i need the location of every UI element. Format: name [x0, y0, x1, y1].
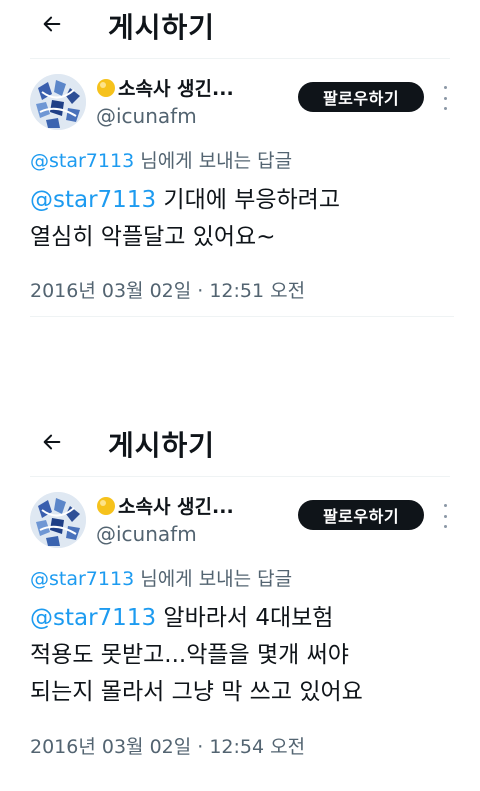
- tweet-line-1-text: 알바라서 4대보험: [156, 605, 334, 631]
- author-handle[interactable]: @icunafm: [96, 522, 197, 546]
- reply-suffix: 님에게 보내는 답글: [134, 150, 293, 172]
- reply-mention-link[interactable]: @star7113: [30, 568, 134, 590]
- follow-button[interactable]: 팔로우하기: [298, 500, 424, 530]
- top-bar: 게시하기: [0, 0, 480, 56]
- author-name[interactable]: 소속사 생긴...: [96, 492, 234, 519]
- arrow-left-icon: [43, 434, 61, 450]
- page-title: 게시하기: [108, 11, 216, 44]
- divider: [30, 316, 454, 317]
- more-options-icon[interactable]: [438, 504, 452, 528]
- tweet-line-1: @star7113 알바라서 4대보험: [30, 600, 470, 637]
- back-button[interactable]: [36, 426, 68, 458]
- back-button[interactable]: [36, 8, 68, 40]
- tweet-line-3: 되는지 몰라서 그냥 막 쓰고 있어요: [30, 679, 363, 705]
- follow-button[interactable]: 팔로우하기: [298, 82, 424, 112]
- post-panel-1: 게시하기 소속사 생긴... @icunafm 팔로우하기 @star7113 …: [0, 0, 480, 317]
- tweet-line-1-text: 기대에 부응하려고: [156, 187, 340, 213]
- tweet-timestamp[interactable]: 2016년 03월 02일 · 12:51 오전: [30, 276, 305, 303]
- tweet-line-2: 열심히 악플달고 있어요~: [30, 224, 276, 250]
- replying-to: @star7113 님에게 보내는 답글: [30, 146, 292, 173]
- sun-emoji-icon: [97, 496, 115, 515]
- page-title: 게시하기: [108, 429, 216, 462]
- tweet-line-2: 적용도 못받고...악플을 몇개 써야: [30, 642, 349, 668]
- tweet-text: @star7113 알바라서 4대보험 적용도 못받고...악플을 몇개 써야 …: [30, 600, 470, 711]
- reply-mention-link[interactable]: @star7113: [30, 150, 134, 172]
- tweet-text: @star7113 기대에 부응하려고 열심히 악플달고 있어요~: [30, 182, 470, 256]
- reply-suffix: 님에게 보내는 답글: [134, 568, 293, 590]
- replying-to: @star7113 님에게 보내는 답글: [30, 564, 292, 591]
- author-name[interactable]: 소속사 생긴...: [96, 74, 234, 101]
- post-panel-2: 게시하기 소속사 생긴... @icunafm 팔로우하기 @star7113 …: [0, 418, 480, 758]
- top-bar: 게시하기: [0, 418, 480, 474]
- avatar[interactable]: [30, 74, 86, 130]
- tweet-timestamp[interactable]: 2016년 03월 02일 · 12:54 오전: [30, 732, 305, 759]
- author-handle[interactable]: @icunafm: [96, 104, 197, 128]
- tweet-mention-link[interactable]: @star7113: [30, 187, 156, 213]
- tweet-line-1: @star7113 기대에 부응하려고: [30, 182, 470, 219]
- tweet-mention-link[interactable]: @star7113: [30, 605, 156, 631]
- divider: [30, 58, 450, 59]
- avatar[interactable]: [30, 492, 86, 548]
- sun-emoji-icon: [97, 78, 115, 97]
- divider: [30, 476, 450, 477]
- author-name-text: 소속사 생긴...: [118, 78, 234, 100]
- arrow-left-icon: [43, 16, 61, 32]
- more-options-icon[interactable]: [438, 86, 452, 110]
- author-name-text: 소속사 생긴...: [118, 496, 234, 518]
